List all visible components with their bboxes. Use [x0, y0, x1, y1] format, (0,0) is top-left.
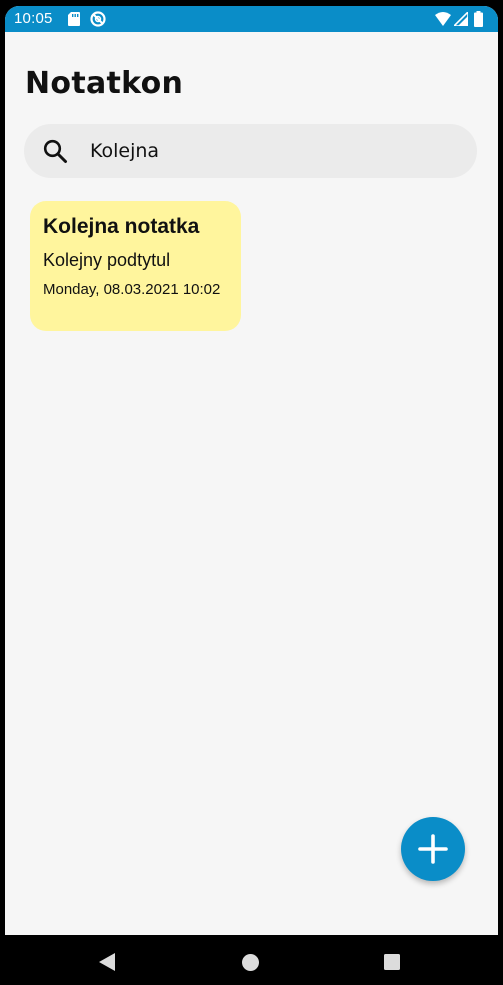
device-frame: 10:05 Notatkon Kolejna Kolejna notatka K…	[0, 0, 503, 985]
note-title: Kolejna notatka	[43, 215, 200, 238]
note-subtitle: Kolejny podtytul	[43, 250, 171, 270]
add-note-button[interactable]	[401, 817, 465, 881]
note-card[interactable]: Kolejna notatka Kolejny podtytul Monday,…	[30, 201, 241, 331]
search-icon	[43, 139, 67, 163]
app-title: Notatkon	[25, 66, 184, 101]
screen: 10:05 Notatkon Kolejna Kolejna notatka K…	[5, 6, 498, 985]
signal-icon	[454, 12, 468, 26]
note-date: Monday, 08.03.2021 10:02	[43, 281, 221, 298]
recents-icon[interactable]	[384, 954, 400, 970]
plus-icon	[418, 834, 448, 864]
wifi-icon	[435, 12, 451, 26]
status-bar: 10:05	[5, 6, 498, 32]
search-bar[interactable]	[24, 124, 477, 178]
home-icon[interactable]	[242, 954, 259, 971]
status-time: 10:05	[14, 10, 53, 27]
battery-icon	[474, 11, 483, 27]
back-icon[interactable]	[99, 953, 115, 971]
sd-card-icon	[68, 12, 80, 26]
do-not-disturb-icon	[90, 11, 106, 27]
search-input[interactable]	[90, 133, 450, 169]
navigation-bar	[5, 935, 498, 985]
